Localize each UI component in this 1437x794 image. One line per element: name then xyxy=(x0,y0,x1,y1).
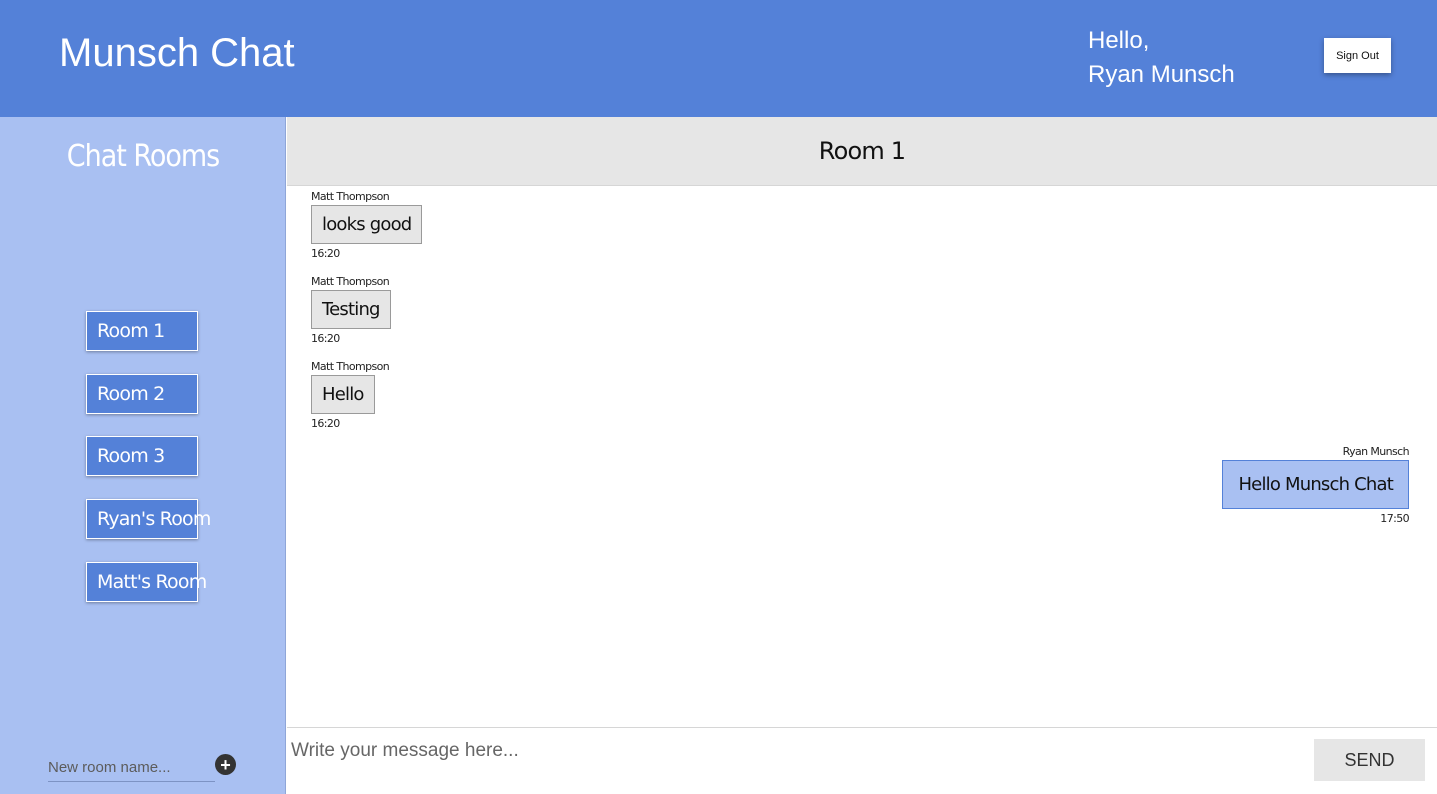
greeting-hello: Hello, xyxy=(1088,27,1150,54)
message-time: 16:20 xyxy=(311,247,340,260)
message-bubble: Hello xyxy=(311,375,375,414)
sidebar-title: Chat Rooms xyxy=(66,139,220,174)
message-bubble: Testing xyxy=(311,290,391,329)
message-time: 16:20 xyxy=(311,417,340,430)
send-button[interactable]: SEND xyxy=(1314,739,1425,781)
sign-out-button[interactable]: Sign Out xyxy=(1324,38,1391,73)
message-sender: Matt Thompson xyxy=(311,275,390,288)
room-button-matts-room[interactable]: Matt's Room xyxy=(86,562,207,602)
message-time: 16:20 xyxy=(311,332,340,345)
new-room-input[interactable] xyxy=(48,754,215,782)
message-input[interactable] xyxy=(291,736,1301,766)
room-title: Room 1 xyxy=(287,117,1437,186)
message-bubble: looks good xyxy=(311,205,423,244)
rooms-sidebar: Chat Rooms Room 1 Room 2 Room 3 Ryan's R… xyxy=(0,117,286,794)
app-header: Munsch Chat Hello, Ryan Munsch Sign Out xyxy=(0,0,1437,117)
message-composer: SEND xyxy=(287,727,1437,794)
user-greeting: Hello, Ryan Munsch xyxy=(1088,24,1235,92)
message-list: Matt Thompson looks good 16:20 Matt Thom… xyxy=(287,186,1437,727)
own-message-bubble: Hello Munsch Chat xyxy=(1222,460,1409,509)
app-title: Munsch Chat xyxy=(59,31,295,75)
message-time: 17:50 xyxy=(1380,512,1409,525)
room-button-room-3[interactable]: Room 3 xyxy=(86,436,198,476)
greeting-username: Ryan Munsch xyxy=(1088,61,1235,88)
room-button-ryans-room[interactable]: Ryan's Room xyxy=(86,499,211,539)
plus-circle-icon[interactable]: + xyxy=(215,754,236,775)
room-button-room-1[interactable]: Room 1 xyxy=(86,311,198,351)
message-sender: Matt Thompson xyxy=(311,190,390,203)
room-button-room-2[interactable]: Room 2 xyxy=(86,374,198,414)
message-sender: Matt Thompson xyxy=(311,360,390,373)
message-sender: Ryan Munsch xyxy=(1342,445,1410,458)
